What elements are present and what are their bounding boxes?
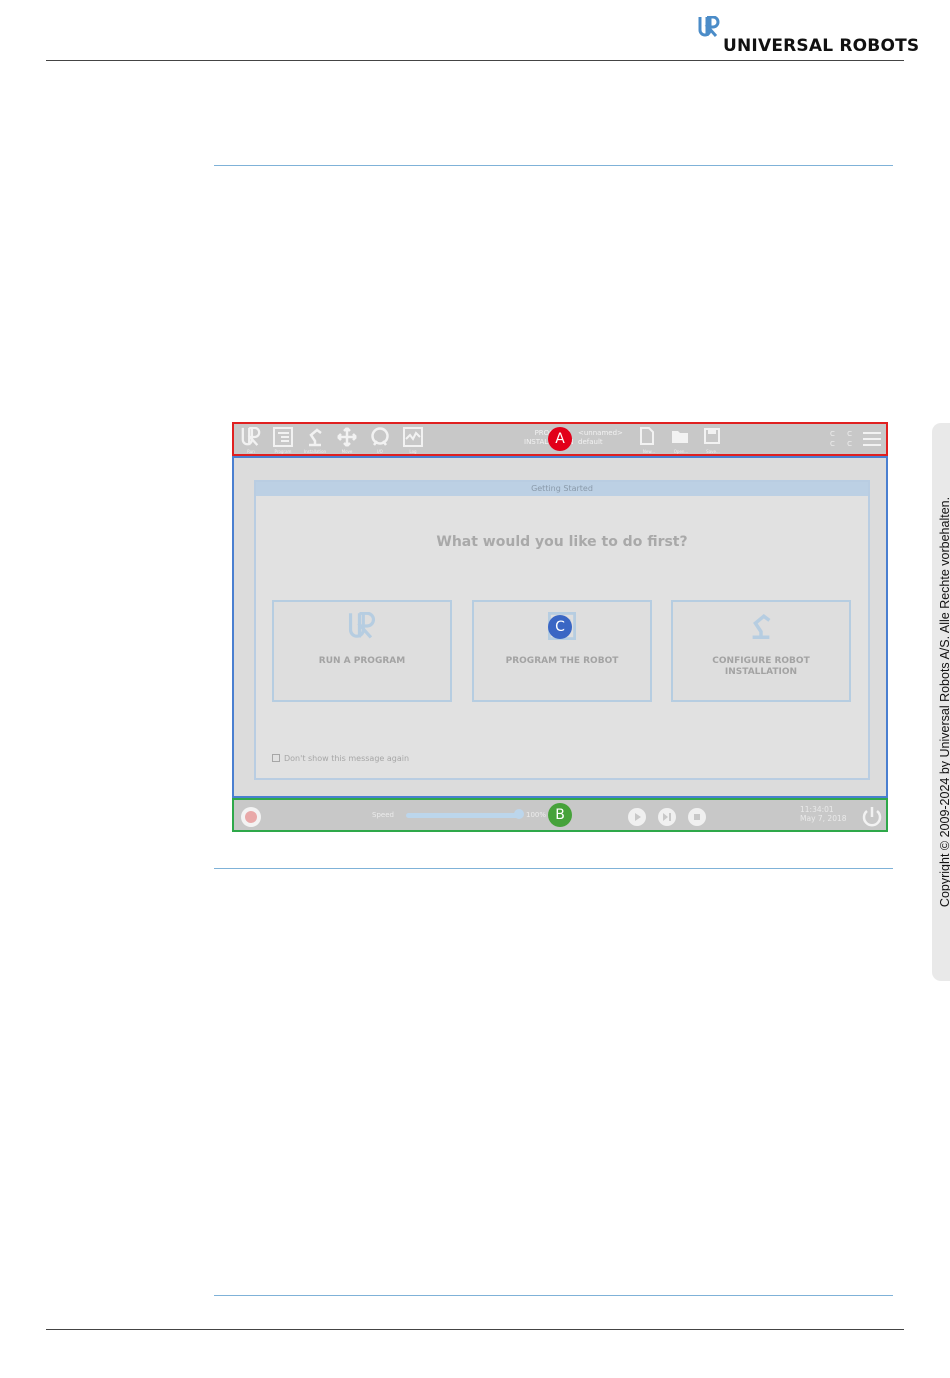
brand-name: UNIVERSAL ROBOTS <box>723 36 920 56</box>
clock: 11:34:01 May 7, 2018 <box>800 805 847 823</box>
robot-arm-icon <box>309 428 322 447</box>
file-button-label: Save... <box>706 449 720 454</box>
io-icon <box>371 427 389 446</box>
run-program-card[interactable]: RUN A PROGRAM <box>272 600 452 702</box>
brand-logo: UNIVERSAL ROBOTS <box>698 16 919 56</box>
file-button-label: Open... <box>673 449 689 454</box>
dialog-title: Getting Started <box>256 482 868 496</box>
power-icon[interactable] <box>860 805 884 829</box>
ur-logo-icon <box>348 612 376 639</box>
step-button[interactable] <box>658 808 676 826</box>
card-label: PROGRAM THE ROBOT <box>505 656 619 666</box>
folder-icon <box>672 431 688 443</box>
header-rule <box>46 60 904 61</box>
clock-date: May 7, 2018 <box>800 814 847 823</box>
cc-indicators: C C C C <box>830 429 857 449</box>
open-button[interactable]: Open... <box>668 427 694 454</box>
card-label: CONFIGURE ROBOT INSTALLATION <box>673 656 849 678</box>
marker-c: C <box>548 615 572 639</box>
ur-logo-icon <box>241 427 261 446</box>
step-icon <box>663 813 671 821</box>
dialog-question: What would you like to do first? <box>436 534 688 550</box>
play-button[interactable] <box>628 808 646 826</box>
copyright-text: Copyright © 2009-2024 by Universal Robot… <box>938 496 950 908</box>
program-icon <box>273 427 293 447</box>
nav-label: Run <box>247 449 255 454</box>
play-icon <box>635 813 641 821</box>
cc-row: C C <box>830 440 858 448</box>
installation-value: default <box>578 438 603 446</box>
nav-label: Move <box>341 449 353 454</box>
nav-run[interactable]: Run <box>238 427 264 454</box>
footer-rule <box>46 1329 904 1330</box>
nav-program[interactable]: Program <box>270 427 296 454</box>
hamburger-menu-icon[interactable] <box>862 431 882 447</box>
save-button[interactable]: Save... <box>700 427 726 454</box>
section-rule-top <box>214 165 893 166</box>
clock-time: 11:34:01 <box>800 805 834 814</box>
log-chart-icon <box>403 427 423 447</box>
robot-arm-icon <box>752 613 771 639</box>
speed-slider-track[interactable] <box>406 813 520 818</box>
configure-installation-card[interactable]: CONFIGURE ROBOT INSTALLATION <box>671 600 851 702</box>
nav-label: Program <box>274 449 292 454</box>
dont-show-label: Don't show this message again <box>284 754 410 763</box>
new-button[interactable]: New... <box>636 427 662 454</box>
stop-button[interactable] <box>688 808 706 826</box>
nav-label: Log <box>409 449 417 454</box>
file-button-label: New... <box>642 449 656 454</box>
nav-log[interactable]: Log <box>400 427 426 454</box>
card-label: RUN A PROGRAM <box>318 656 406 666</box>
card-label-line: CONFIGURE ROBOT <box>712 656 810 666</box>
power-status-button[interactable] <box>241 807 261 827</box>
polyscope-screenshot: Run Program Installation Move I/O Log <u… <box>232 422 888 832</box>
save-icon <box>704 428 720 444</box>
speed-slider-handle[interactable] <box>514 809 524 819</box>
marker-b: B <box>548 803 572 827</box>
stop-icon <box>694 814 700 820</box>
file-values: <unnamed> default <box>578 429 623 447</box>
nav-installation[interactable]: Installation <box>302 427 328 454</box>
nav-io[interactable]: I/O <box>367 427 393 454</box>
ur-logo-icon <box>698 16 720 37</box>
dont-show-checkbox[interactable]: Don't show this message again <box>272 754 409 763</box>
checkbox-box[interactable] <box>272 754 280 762</box>
new-file-icon <box>640 427 654 445</box>
speed-value: 100% <box>526 811 547 819</box>
card-label-line: INSTALLATION <box>724 667 798 677</box>
nav-label: I/O <box>377 449 383 454</box>
marker-a: A <box>548 427 572 451</box>
program-value: <unnamed> <box>578 429 623 437</box>
status-dot <box>245 811 257 823</box>
section-rule-bottom <box>214 1295 893 1296</box>
speed-label: Speed <box>372 811 394 819</box>
cc-row: C C <box>830 430 858 438</box>
move-arrows-icon <box>337 427 357 447</box>
nav-move[interactable]: Move <box>334 427 360 454</box>
section-rule-mid <box>214 868 893 869</box>
nav-label: Installation <box>303 449 327 454</box>
